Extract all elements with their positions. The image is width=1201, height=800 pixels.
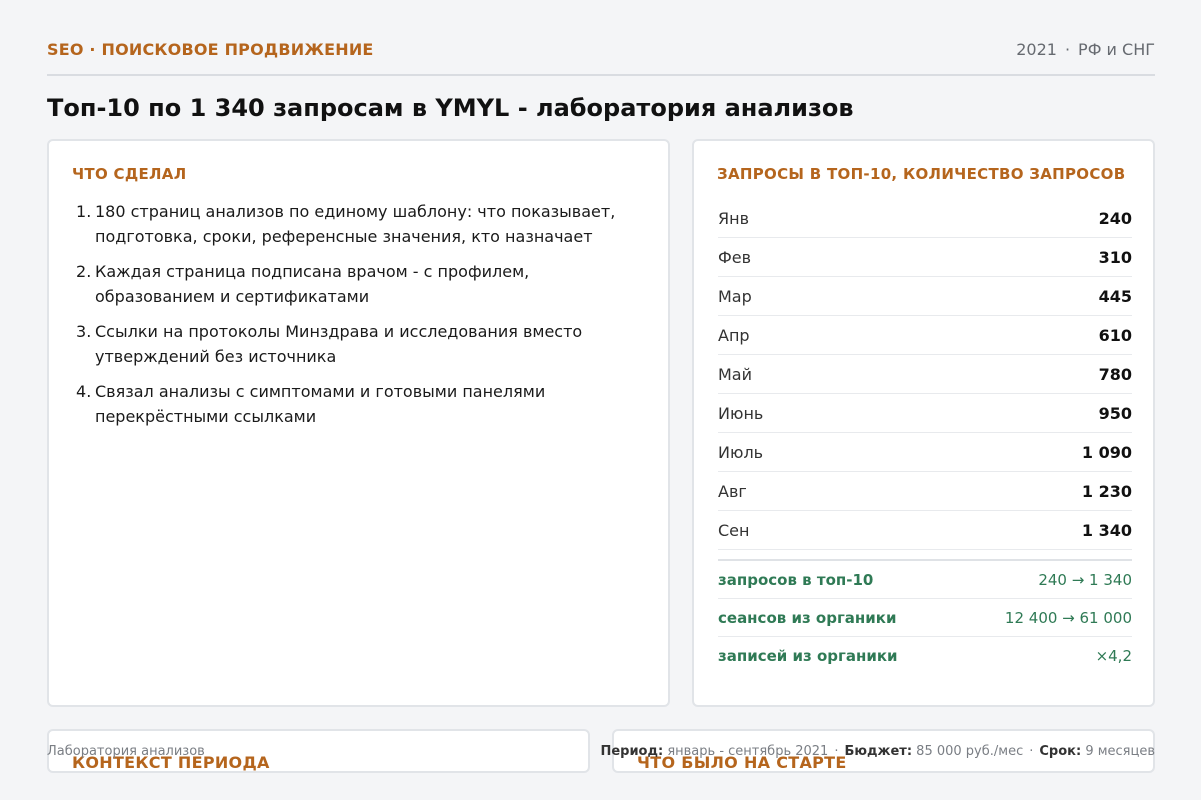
card-heading: ЧТО СДЕЛАЛ — [72, 165, 187, 183]
month-label: Сен — [718, 520, 750, 540]
month-label: Июнь — [718, 403, 764, 423]
card-heading: ЗАПРОСЫ В ТОП-10, КОЛИЧЕСТВО ЗАПРОСОВ — [717, 165, 1126, 183]
summary-value: 240 → 1 340 — [1038, 570, 1132, 589]
month-value: 950 — [1098, 403, 1132, 423]
month-value: 1 090 — [1081, 442, 1132, 462]
month-label: Янв — [718, 208, 750, 228]
what-i-did-card: ЧТО СДЕЛАЛ 180 страниц анализов по едино… — [47, 139, 670, 707]
summary-row: запросов в топ-10 240 → 1 340 — [718, 561, 1132, 599]
page-title: Топ-10 по 1 340 запросам в YMYL - лабора… — [47, 94, 854, 122]
month-value: 310 — [1098, 247, 1132, 267]
month-label: Май — [718, 364, 753, 384]
page-header: SEO · ПОИСКОВОЕ ПРОДВИЖЕНИЕ 2021 · РФ и СН… — [47, 40, 1155, 76]
budget-value: 85 000 руб./мес — [916, 744, 1024, 759]
client-name: Лаборатория анализов — [47, 744, 205, 759]
summary-row: сеансов из органики 12 400 → 61 000 — [718, 599, 1132, 637]
region: РФ и СНГ — [1078, 40, 1155, 59]
table-row: Апр 610 — [718, 316, 1132, 355]
table-row: Авг 1 230 — [718, 472, 1132, 511]
summary-row: записей из органики ×4,2 — [718, 637, 1132, 675]
summary-label: сеансов из органики — [718, 608, 897, 627]
month-label: Мар — [718, 286, 752, 306]
term-value: 9 месяцев — [1085, 744, 1155, 759]
month-value: 1 230 — [1081, 481, 1132, 501]
project-meta: Период: январь - сентябрь 2021 · Бюджет: 8… — [600, 744, 1155, 759]
table-row: Июнь 950 — [718, 394, 1132, 433]
queries-table: Янв 240 Фев 310 Мар 445 Апр 610 Май 780 Июнь 9… — [718, 199, 1132, 550]
month-label: Авг — [718, 481, 747, 501]
month-label: Июль — [718, 442, 764, 462]
list-item: 180 страниц анализов по единому шаблону:… — [76, 199, 616, 246]
summary-label: записей из органики — [718, 647, 898, 665]
period-value: январь - сентябрь 2021 — [667, 744, 829, 759]
period-label: Период: — [600, 744, 664, 759]
month-label: Фев — [718, 247, 752, 267]
table-row: Янв 240 — [718, 199, 1132, 238]
list-item: Каждая страница подписана врачом - с про… — [76, 259, 530, 306]
table-row: Фев 310 — [718, 238, 1132, 277]
category-label: SEO · ПОИСКОВОЕ ПРОДВИЖЕНИЕ — [47, 40, 374, 59]
budget-label: Бюджет: — [844, 744, 913, 759]
month-value: 610 — [1098, 325, 1132, 345]
summary-value: 12 400 → 61 000 — [1004, 608, 1132, 627]
meta-info: 2021 · РФ и СНГ — [1016, 40, 1155, 59]
month-value: 240 — [1098, 208, 1132, 228]
month-value: 780 — [1098, 364, 1132, 384]
table-row: Мар 445 — [718, 277, 1132, 316]
queries-card: ЗАПРОСЫ В ТОП-10, КОЛИЧЕСТВО ЗАПРОСОВ Ян… — [692, 139, 1155, 707]
summary-label: запросов в топ-10 — [718, 570, 874, 589]
month-value: 1 340 — [1081, 520, 1132, 540]
month-value: 445 — [1098, 286, 1132, 306]
summary-block: запросов в топ-10 240 → 1 340 сеансов из … — [718, 559, 1132, 675]
month-label: Апр — [718, 325, 750, 345]
year: 2021 — [1016, 40, 1057, 59]
table-row: Май 780 — [718, 355, 1132, 394]
table-row: Сен 1 340 — [718, 511, 1132, 550]
list-item: Ссылки на протоколы Минздрава и исследов… — [76, 319, 583, 366]
summary-value: ×4,2 — [1095, 647, 1132, 665]
term-label: Срок: — [1039, 744, 1082, 759]
table-row: Июль 1 090 — [718, 433, 1132, 472]
steps-list: 180 страниц анализов по единому шаблону:… — [73, 199, 653, 439]
list-item: Связал анализы с симптомами и готовыми п… — [76, 379, 546, 426]
